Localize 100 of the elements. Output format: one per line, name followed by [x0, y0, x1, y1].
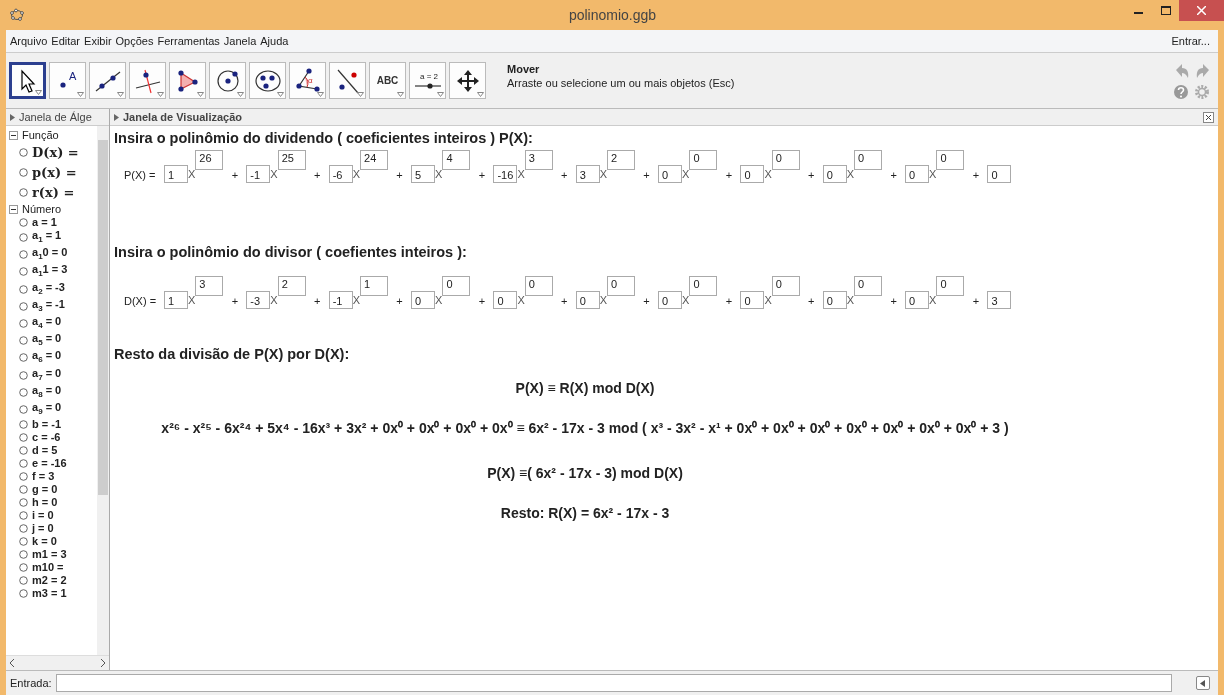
visibility-circle-icon[interactable] [19, 524, 28, 534]
visibility-circle-icon[interactable] [19, 498, 28, 508]
visibility-circle-icon[interactable] [19, 576, 28, 586]
help-icon[interactable] [1173, 83, 1189, 100]
visibility-circle-icon[interactable] [19, 353, 28, 363]
coefficient-field[interactable]: 0 [658, 291, 683, 309]
exponent-field[interactable]: 0 [689, 150, 718, 170]
exponent-field[interactable]: 0 [771, 150, 800, 170]
coefficient-field[interactable]: 0 [575, 291, 600, 309]
coefficient-field[interactable]: 0 [740, 291, 765, 309]
menu-item[interactable]: Arquivo [8, 35, 50, 47]
exponent-field[interactable]: 24 [360, 150, 389, 170]
visibility-circle-icon[interactable] [19, 147, 28, 157]
exponent-field[interactable]: 25 [277, 150, 306, 170]
scroll-left-icon[interactable] [10, 659, 15, 667]
exponent-field[interactable]: 4 [442, 150, 471, 170]
coefficient-field[interactable]: 3 [987, 291, 1012, 309]
exponent-field[interactable]: 3 [524, 150, 553, 170]
menu-item[interactable]: Janela [221, 35, 259, 47]
visibility-circle-icon[interactable] [19, 563, 28, 573]
exponent-field[interactable]: 0 [854, 276, 883, 296]
coefficient-field[interactable]: 3 [575, 165, 600, 183]
visibility-circle-icon[interactable] [19, 485, 28, 495]
caret-icon [1200, 679, 1206, 687]
menu-item[interactable]: Ferramentas [155, 35, 222, 47]
tool-button[interactable] [449, 62, 486, 99]
object-label: r(x) = [32, 185, 75, 199]
coefficient-field[interactable]: -3 [246, 291, 271, 309]
exponent-field[interactable]: 0 [607, 276, 636, 296]
close-icon[interactable] [1203, 111, 1214, 123]
coefficient-field[interactable]: 1 [164, 291, 188, 309]
input-field[interactable] [55, 674, 1172, 692]
tool-button[interactable] [9, 62, 46, 99]
visibility-circle-icon[interactable] [19, 420, 28, 430]
visibility-circle-icon[interactable] [19, 336, 28, 346]
exponent-field[interactable]: 26 [195, 150, 224, 170]
coefficient-field[interactable]: 5 [411, 165, 436, 183]
collapse-toggle-icon[interactable] [9, 204, 18, 214]
coefficient-field[interactable]: 1 [164, 165, 188, 183]
coefficient-field[interactable]: -6 [328, 165, 353, 183]
visibility-circle-icon[interactable] [19, 267, 28, 277]
visibility-circle-icon[interactable] [19, 250, 28, 260]
sign-in-link[interactable]: Entrar... [1171, 35, 1216, 47]
coefficient-field[interactable]: 0 [822, 165, 847, 183]
exponent-field[interactable]: 0 [771, 276, 800, 296]
visibility-circle-icon[interactable] [19, 167, 28, 177]
tool-button[interactable] [249, 62, 286, 99]
coefficient-field[interactable]: 0 [987, 165, 1012, 183]
coefficient-field[interactable]: 0 [658, 165, 683, 183]
exponent-field[interactable]: 0 [936, 276, 965, 296]
exponent-field[interactable]: 0 [689, 276, 718, 296]
menu-item[interactable]: Exibir [82, 35, 114, 47]
coefficient-field[interactable]: 0 [411, 291, 436, 309]
tool-button[interactable] [89, 62, 126, 99]
visibility-circle-icon[interactable] [19, 301, 28, 311]
visibility-circle-icon[interactable] [19, 233, 28, 243]
menu-item[interactable]: Opções [113, 35, 156, 47]
visibility-circle-icon[interactable] [19, 187, 28, 197]
tool-button[interactable] [329, 62, 366, 99]
visibility-circle-icon[interactable] [19, 472, 28, 482]
coefficient-field[interactable]: 0 [822, 291, 847, 309]
visibility-circle-icon[interactable] [19, 404, 28, 414]
object-label: a$_{1}$ = 1 [32, 229, 62, 247]
coefficient-field[interactable]: 0 [493, 291, 518, 309]
visibility-circle-icon[interactable] [19, 218, 28, 227]
exponent-field[interactable]: 2 [277, 276, 306, 296]
collapse-toggle-icon[interactable] [9, 130, 18, 140]
exponent-field[interactable]: 2 [607, 150, 636, 170]
variable-label: X [352, 168, 361, 180]
visibility-circle-icon[interactable] [19, 459, 28, 469]
visibility-circle-icon[interactable] [19, 589, 28, 599]
visibility-circle-icon[interactable] [19, 433, 28, 443]
exponent-field[interactable]: 0 [854, 150, 883, 170]
visibility-circle-icon[interactable] [19, 387, 28, 397]
coefficient-field[interactable]: 0 [740, 165, 765, 183]
exponent-field[interactable]: 0 [442, 276, 471, 296]
coefficient-field[interactable]: -16 [493, 165, 518, 183]
tool-button[interactable]: ABC [369, 62, 406, 99]
visibility-circle-icon[interactable] [19, 511, 28, 521]
menu-item[interactable]: Ajuda [258, 35, 291, 47]
tool-button[interactable] [209, 62, 246, 99]
coefficient-field[interactable]: 0 [905, 291, 930, 309]
tool-button[interactable] [129, 62, 166, 99]
coefficient-field[interactable]: -1 [246, 165, 271, 183]
visibility-circle-icon[interactable] [19, 284, 28, 294]
coefficient-field[interactable]: -1 [328, 291, 353, 309]
visibility-circle-icon[interactable] [19, 537, 28, 547]
scroll-right-icon[interactable] [100, 659, 105, 667]
exponent-field[interactable]: 0 [524, 276, 553, 296]
visibility-circle-icon[interactable] [19, 446, 28, 456]
menu-item[interactable]: Editar [49, 35, 83, 47]
tool-button[interactable] [169, 62, 206, 99]
visibility-circle-icon[interactable] [19, 550, 28, 560]
exponent-field[interactable]: 1 [360, 276, 389, 296]
visibility-circle-icon[interactable] [19, 370, 28, 380]
coefficient-field[interactable]: 0 [905, 165, 930, 183]
exponent-field[interactable]: 3 [195, 276, 224, 296]
exponent-field[interactable]: 0 [936, 150, 965, 170]
keyboard-toggle-button[interactable] [1196, 676, 1210, 690]
visibility-circle-icon[interactable] [19, 319, 28, 329]
